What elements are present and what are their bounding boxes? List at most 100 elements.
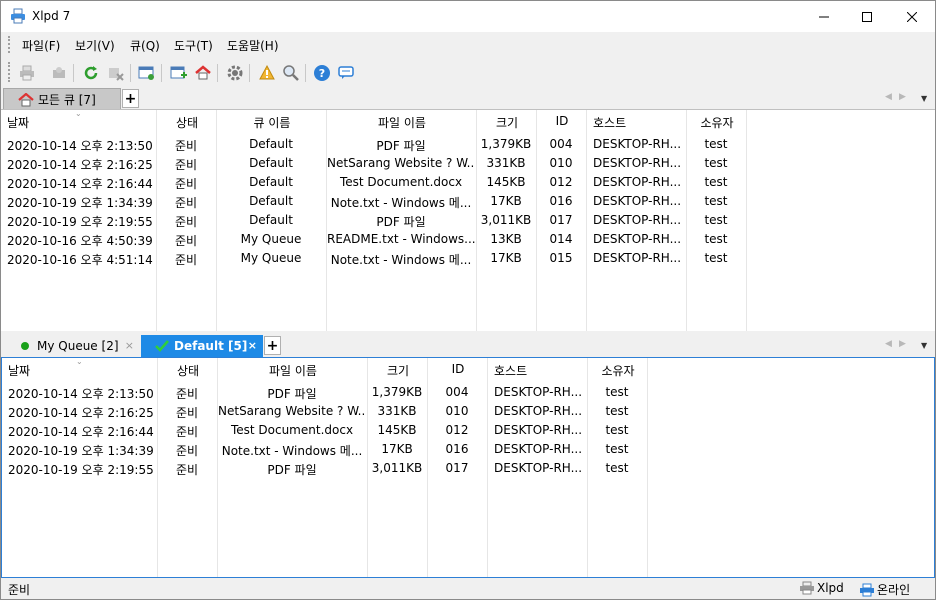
table-cell[interactable]: 004 (428, 385, 486, 399)
table-cell[interactable]: Test Document.docx (218, 423, 366, 437)
table-cell[interactable]: test (588, 404, 646, 418)
table-cell[interactable]: Default (217, 213, 325, 227)
table-cell[interactable]: 2020-10-19 오후 1:34:39 (1, 194, 155, 211)
add-tab-button[interactable]: + (122, 89, 139, 108)
table-cell[interactable]: 2020-10-19 오후 1:34:39 (2, 442, 156, 459)
table-cell[interactable]: test (588, 461, 646, 475)
menu-tools[interactable]: 도구(T) (174, 37, 213, 54)
table-cell[interactable]: 준비 (158, 404, 216, 421)
column-header[interactable]: ID (428, 362, 488, 376)
table-cell[interactable]: 준비 (158, 461, 216, 478)
table-cell[interactable]: test (687, 213, 745, 227)
table-cell[interactable]: 014 (537, 232, 585, 246)
menu-grip[interactable] (8, 36, 11, 53)
table-cell[interactable]: 2020-10-16 오후 4:50:39 (1, 232, 155, 249)
table-cell[interactable]: Default (217, 194, 325, 208)
menu-help[interactable]: 도움말(H) (227, 37, 279, 54)
table-cell[interactable]: My Queue (217, 232, 325, 246)
tab-dropdown-icon[interactable]: ▼ (921, 341, 927, 350)
table-cell[interactable]: test (588, 423, 646, 437)
table-cell[interactable]: 준비 (158, 385, 216, 402)
column-header[interactable]: 크기 (477, 114, 537, 131)
table-cell[interactable]: DESKTOP-RH... (587, 175, 685, 189)
tab-dropdown-icon[interactable]: ▼ (921, 94, 927, 103)
table-cell[interactable]: test (588, 442, 646, 456)
table-cell[interactable]: PDF 파일 (327, 213, 475, 230)
table-cell[interactable]: 2020-10-14 오후 2:16:25 (2, 404, 156, 421)
table-cell[interactable]: test (588, 385, 646, 399)
table-cell[interactable]: DESKTOP-RH... (587, 137, 685, 151)
table-cell[interactable]: 145KB (477, 175, 535, 189)
tab-my-queue[interactable]: My Queue [2] × (3, 335, 140, 357)
table-cell[interactable]: 1,379KB (477, 137, 535, 151)
table-cell[interactable]: Note.txt - Windows 메... (327, 251, 475, 268)
table-cell[interactable]: 010 (537, 156, 585, 170)
column-header[interactable]: 호스트 (587, 114, 687, 131)
table-cell[interactable]: DESKTOP-RH... (488, 442, 586, 456)
table-cell[interactable]: 준비 (158, 423, 216, 440)
table-cell[interactable]: Note.txt - Windows 메... (327, 194, 475, 211)
table-cell[interactable]: PDF 파일 (218, 385, 366, 402)
table-cell[interactable]: 17KB (477, 251, 535, 265)
table-cell[interactable]: 13KB (477, 232, 535, 246)
maximize-button[interactable] (844, 1, 890, 32)
column-header[interactable]: 크기 (368, 362, 428, 379)
table-cell[interactable]: 2020-10-14 오후 2:13:50 (1, 137, 155, 154)
column-header[interactable]: 소유자 (588, 362, 648, 379)
table-cell[interactable]: DESKTOP-RH... (587, 232, 685, 246)
table-cell[interactable]: 2020-10-14 오후 2:16:25 (1, 156, 155, 173)
tab-scroll-right-icon[interactable]: ▶ (899, 339, 906, 349)
table-cell[interactable]: NetSarang Website ? W... (327, 156, 475, 170)
alert-button[interactable] (257, 63, 277, 83)
table-cell[interactable]: 17KB (368, 442, 426, 456)
table-cell[interactable]: 준비 (157, 175, 215, 192)
tab-scroll-left-icon[interactable]: ◀ (885, 92, 892, 102)
column-divider[interactable] (647, 358, 648, 577)
table-cell[interactable]: 2020-10-14 오후 2:13:50 (2, 385, 156, 402)
table-cell[interactable]: 준비 (157, 251, 215, 268)
table-cell[interactable]: DESKTOP-RH... (587, 213, 685, 227)
tab-all-queues[interactable]: 모든 큐 [7] (3, 88, 121, 110)
table-cell[interactable]: 012 (537, 175, 585, 189)
table-cell[interactable]: NetSarang Website ? W... (218, 404, 366, 418)
table-cell[interactable]: 331KB (477, 156, 535, 170)
table-cell[interactable]: DESKTOP-RH... (488, 423, 586, 437)
column-header[interactable]: 큐 이름 (217, 114, 327, 131)
print-preview-button[interactable] (49, 63, 69, 83)
table-cell[interactable]: test (687, 232, 745, 246)
table-cell[interactable]: 2020-10-16 오후 4:51:14 (1, 251, 155, 268)
queue-settings-button[interactable] (137, 63, 157, 83)
menu-view[interactable]: 보기(V) (75, 37, 115, 54)
table-cell[interactable]: 2020-10-14 오후 2:16:44 (2, 423, 156, 440)
table-cell[interactable]: DESKTOP-RH... (587, 251, 685, 265)
table-cell[interactable]: DESKTOP-RH... (488, 461, 586, 475)
column-header[interactable]: 호스트 (488, 362, 588, 379)
toolbar-grip[interactable] (8, 62, 11, 82)
table-cell[interactable]: 2020-10-19 오후 2:19:55 (1, 213, 155, 230)
feedback-button[interactable] (336, 63, 356, 83)
column-header[interactable]: ID (537, 114, 587, 128)
delete-job-button[interactable] (106, 63, 126, 83)
table-cell[interactable]: 017 (537, 213, 585, 227)
table-cell[interactable]: Note.txt - Windows 메... (218, 442, 366, 459)
settings-button[interactable] (225, 63, 245, 83)
tab-default[interactable]: Default [5] × (141, 335, 263, 357)
table-cell[interactable]: README.txt - Windows... (327, 232, 475, 246)
close-tab-icon[interactable]: × (125, 339, 134, 352)
tab-scroll-left-icon[interactable]: ◀ (885, 339, 892, 349)
print-button[interactable] (17, 63, 37, 83)
close-tab-icon[interactable]: × (248, 339, 257, 352)
column-header[interactable]: 상태 (158, 362, 218, 379)
table-cell[interactable]: 012 (428, 423, 486, 437)
table-cell[interactable]: DESKTOP-RH... (587, 156, 685, 170)
table-cell[interactable]: 3,011KB (368, 461, 426, 475)
table-cell[interactable]: 017 (428, 461, 486, 475)
column-divider[interactable] (746, 110, 747, 331)
table-cell[interactable]: 004 (537, 137, 585, 151)
all-queues-job-list[interactable]: 날짜 상태 큐 이름 파일 이름 크기 ID 호스트 소유자 ⌄ 2020-10-14 오후 2:… (1, 109, 935, 331)
table-cell[interactable]: test (687, 194, 745, 208)
table-cell[interactable]: test (687, 175, 745, 189)
table-cell[interactable]: 준비 (157, 137, 215, 154)
column-header[interactable]: 소유자 (687, 114, 747, 131)
column-header[interactable]: 파일 이름 (327, 114, 477, 131)
